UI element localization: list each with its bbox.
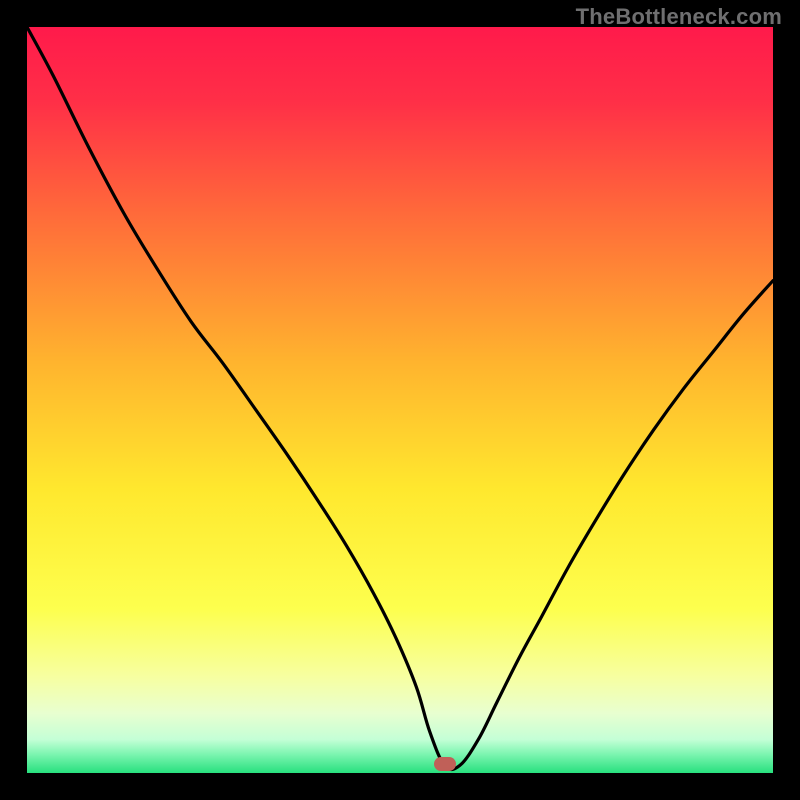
- plot-area: [27, 27, 773, 773]
- chart-container: TheBottleneck.com: [0, 0, 800, 800]
- optimal-marker: [434, 757, 456, 771]
- bottleneck-curve: [27, 27, 773, 773]
